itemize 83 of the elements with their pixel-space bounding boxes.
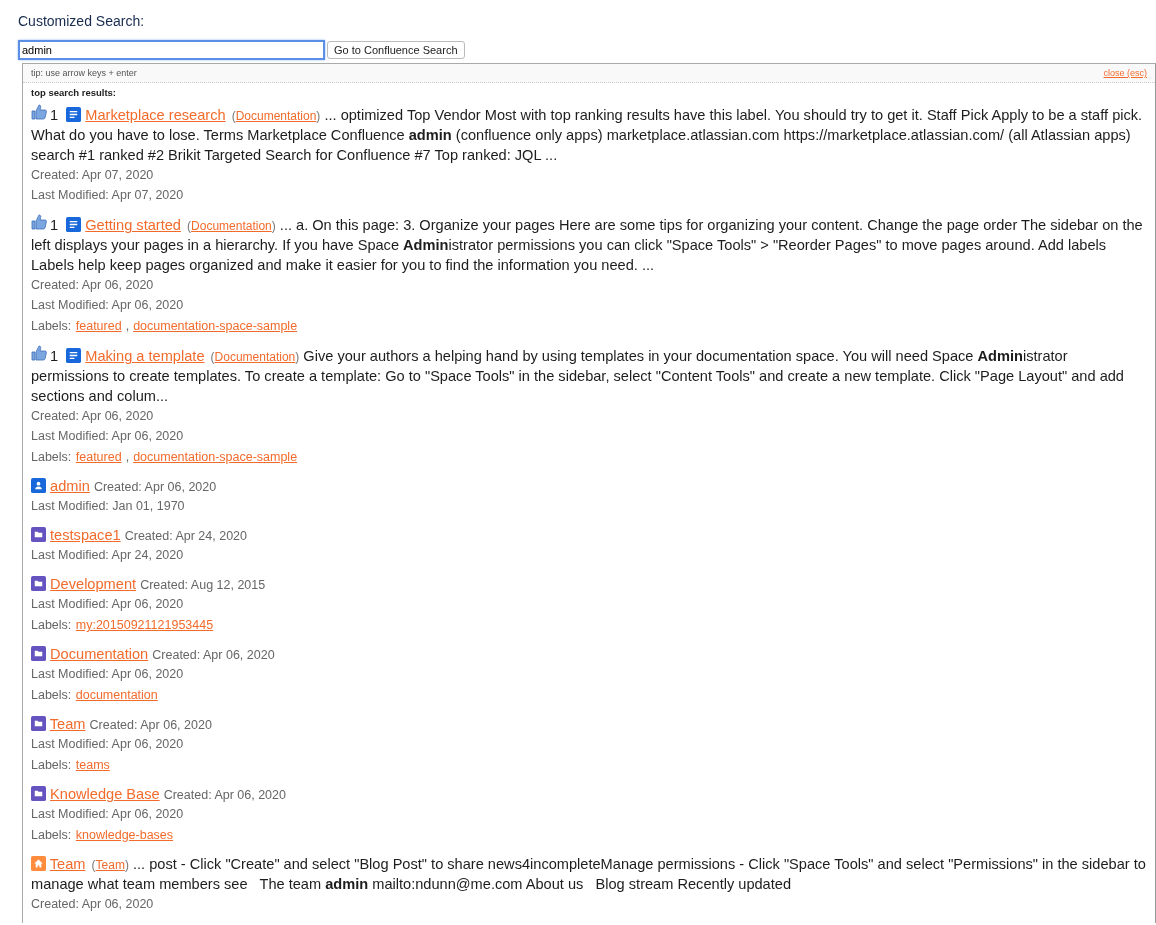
label-separator: ,: [125, 319, 130, 333]
bracket: ): [316, 109, 321, 123]
bracket: (: [231, 109, 236, 123]
result-summary: 1 Making a template (Documentation) Give your authors a helping hand by using templates in your documentation space. You will need Space Administrator permissions to create templates. To create a template: Go to "Space Tools" in the sidebar, select "Content Tools" and create a new template. Click "Page Layout" and add sections and colum...: [31, 345, 1147, 406]
result-title-link[interactable]: Team: [49, 716, 86, 732]
result-title-link[interactable]: Making a template: [85, 348, 205, 364]
keyboard-tip: tip: use arrow keys + enter: [31, 68, 137, 78]
thumbs-up-icon: [31, 104, 47, 120]
result-summary: 1 Marketplace research (Documentation) ... optimized Top Vendor Most with top ranking results have this label. You should try to get it. Staff Pick Apply to be a staff pick. What do you have to lose. Terms Marketplace Confluence admin (confluence only apps) marketplace.atlassian.com https://marketplace.atlassian.com/ (all Atlassian apps) search #1 ranked #2 Brikit Targeted Search for Confluence #7 Top ranked: JQL ...: [31, 104, 1147, 165]
labels-caption: Labels:: [31, 828, 72, 842]
like-count: 1: [50, 107, 59, 123]
result-date: Created: Apr 06, 2020: [31, 896, 155, 913]
folder-icon: [31, 576, 46, 591]
result-date: Last Modified: Jan 01, 1970: [31, 498, 186, 515]
space-link[interactable]: Documentation: [214, 350, 296, 364]
result-summary: Team (Team) ... post - Click "Create" and select "Blog Post" to share news4incompleteManage permissions - Click "Space Tools" and select "Permissions" in the sidebar to manage what team members see The team admin mailto:ndunn@me.com About us Blog stream Recently updated: [31, 855, 1147, 894]
result-date: Last Modified: Apr 06, 2020: [31, 596, 185, 613]
folder-icon: [31, 716, 46, 731]
label-separator: ,: [125, 450, 130, 464]
label-link[interactable]: featured: [75, 450, 122, 464]
like-count: 1: [50, 217, 59, 233]
space-link[interactable]: Documentation: [235, 109, 317, 123]
labels-caption: Labels:: [31, 758, 72, 772]
result-date: Last Modified: Apr 06, 2020: [31, 428, 185, 445]
result-title-link[interactable]: Getting started: [85, 217, 181, 233]
created-date: Created: Apr 06, 2020: [93, 480, 217, 494]
bracket: ): [124, 858, 129, 872]
search-field[interactable]: admin: [18, 40, 325, 60]
home-icon: [31, 856, 46, 871]
created-date: Created: Apr 06, 2020: [163, 788, 286, 802]
folder-icon: [31, 527, 46, 542]
space-link[interactable]: Team: [95, 858, 125, 872]
thumbs-up-icon: [31, 345, 47, 361]
bracket: (: [210, 350, 215, 364]
created-date: Created: Aug 12, 2015: [140, 578, 266, 592]
label-link[interactable]: documentation-space-sample: [133, 450, 298, 464]
page-icon: [66, 107, 82, 122]
result-date: Last Modified: Apr 06, 2020: [31, 297, 185, 314]
bracket: (: [91, 858, 96, 872]
result-title-link[interactable]: Development: [50, 576, 137, 592]
label-link[interactable]: my:20150921121953445: [75, 618, 214, 632]
close-link[interactable]: close (esc): [1103, 68, 1147, 78]
page-icon: [66, 217, 82, 232]
bracket: (: [187, 219, 192, 233]
bracket: ): [271, 219, 276, 233]
result-title-link[interactable]: Team: [49, 856, 86, 872]
result-title-link[interactable]: admin: [50, 478, 90, 494]
thumbs-up-icon: [31, 214, 47, 230]
created-date: Created: Apr 06, 2020: [152, 648, 275, 662]
like-count: 1: [50, 348, 59, 364]
result-date: Last Modified: Apr 24, 2020: [31, 547, 185, 564]
result-date: Created: Apr 06, 2020: [31, 277, 155, 294]
result-title-link[interactable]: Documentation: [50, 646, 149, 662]
result-title-link[interactable]: testspace1: [50, 527, 121, 543]
created-date: Created: Apr 24, 2020: [124, 529, 248, 543]
label-link[interactable]: documentation: [75, 688, 158, 702]
result-date: Last Modified: Apr 07, 2020: [31, 187, 185, 204]
user-icon: [31, 478, 46, 493]
result-summary: 1 Getting started (Documentation) ... a. On this page: 3. Organize your pages Here are some tips for organizing your content. Change the page order The sidebar on the left displays your pages in a hierarchy. If you have Space Administrator permissions you can click "Space Tools" > "Reorder Pages" to move pages around. Add labels Labels help keep pages organized and make it easier for you to find the information you need. ...: [31, 214, 1147, 275]
confluence-search-button[interactable]: Go to Confluence Search: [327, 41, 465, 59]
label-link[interactable]: documentation-space-sample: [133, 319, 298, 333]
search-heading: Customized Search:: [18, 12, 146, 31]
labels-caption: Labels:: [31, 450, 72, 464]
bracket: ): [295, 350, 300, 364]
labels-caption: Labels:: [31, 319, 72, 333]
section-title: top search results:: [30, 86, 117, 100]
result-date: Last Modified: Apr 06, 2020: [31, 666, 185, 683]
space-link[interactable]: Documentation: [191, 219, 272, 233]
folder-icon: [31, 646, 46, 661]
labels-caption: Labels:: [31, 688, 72, 702]
result-date: Last Modified: Apr 06, 2020: [31, 736, 185, 753]
label-link[interactable]: knowledge-bases: [75, 828, 174, 842]
result-date: Created: Apr 06, 2020: [31, 408, 155, 425]
created-date: Created: Apr 06, 2020: [89, 718, 212, 732]
label-link[interactable]: featured: [75, 319, 122, 333]
result-date: Last Modified: Apr 06, 2020: [31, 806, 185, 823]
result-title-link[interactable]: Marketplace research: [85, 107, 226, 123]
labels-caption: Labels:: [31, 618, 72, 632]
folder-icon: [31, 786, 46, 801]
result-date: Created: Apr 07, 2020: [31, 167, 155, 184]
label-link[interactable]: teams: [75, 758, 110, 772]
result-title-link[interactable]: Knowledge Base: [50, 786, 160, 802]
page-icon: [66, 348, 82, 363]
